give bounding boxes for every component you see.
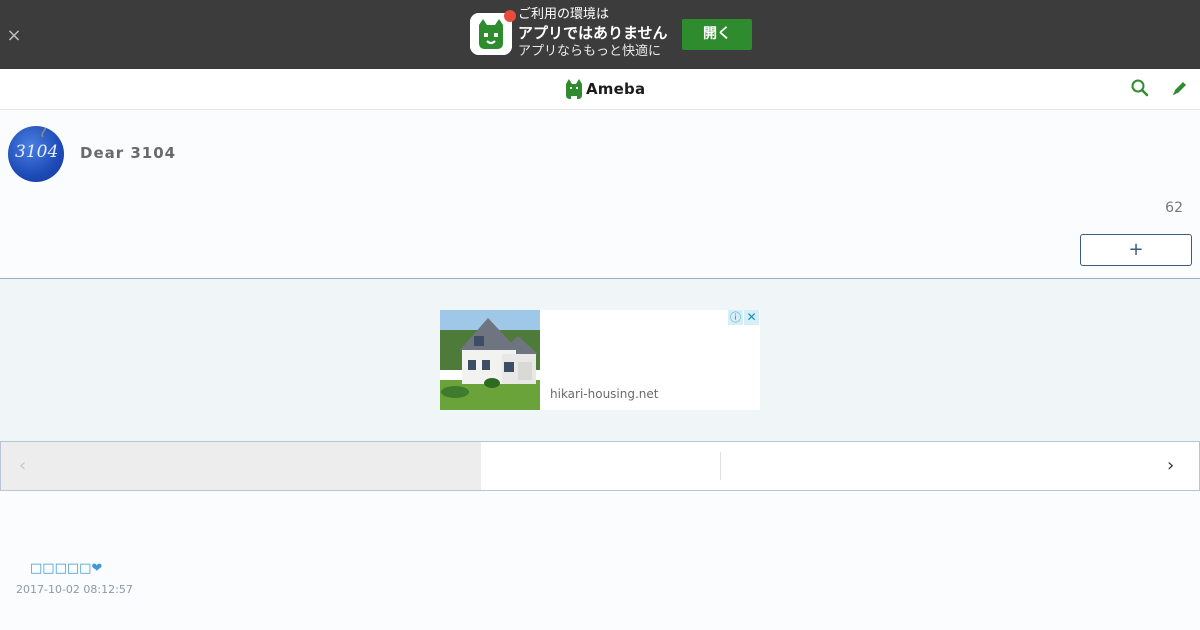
app-banner: × ご利用の環境は アプリではありません アプリならもっと快適に 開く xyxy=(0,0,1200,69)
entry-pager: ‹ › xyxy=(0,441,1200,491)
notification-badge xyxy=(504,10,516,22)
avatar[interactable]: 3104 xyxy=(8,126,64,182)
pager-prev-area: ‹ xyxy=(1,442,481,490)
follower-count: 62 xyxy=(1165,200,1183,216)
logo-text: Ameba xyxy=(586,80,646,98)
avatar-text: 3104 xyxy=(15,142,59,162)
entry-title-link[interactable]: □□□□□❤ xyxy=(30,561,102,576)
banner-line-3: アプリならもっと快適に xyxy=(518,44,662,59)
keychain-ring xyxy=(41,126,47,138)
ameba-logo[interactable]: Ameba xyxy=(565,78,645,100)
search-icon[interactable] xyxy=(1130,78,1150,98)
open-app-button[interactable]: 開く xyxy=(682,19,752,50)
close-icon[interactable]: × xyxy=(4,26,24,46)
follow-button[interactable]: + xyxy=(1080,234,1192,266)
ad-close-icon[interactable]: ✕ xyxy=(744,310,759,325)
ad-house-image[interactable] xyxy=(440,310,540,410)
ad-card[interactable]: hikari-housing.net ⓘ ✕ xyxy=(440,310,760,410)
ameba-app-icon xyxy=(470,10,516,55)
ad-domain[interactable]: hikari-housing.net xyxy=(550,387,659,401)
ad-area: hikari-housing.net ⓘ ✕ xyxy=(0,279,1200,441)
ameba-logo-icon xyxy=(566,79,582,99)
entry-date: 2017-10-02 08:12:57 xyxy=(16,583,133,596)
ad-info-icon[interactable]: ⓘ xyxy=(728,310,743,325)
pencil-icon[interactable] xyxy=(1170,78,1190,98)
chevron-right-icon[interactable]: › xyxy=(1167,456,1181,476)
site-header: Ameba xyxy=(0,69,1200,110)
pager-separator xyxy=(720,452,721,480)
chevron-left-icon: ‹ xyxy=(19,455,27,476)
blog-title[interactable]: Dear 3104 xyxy=(80,144,176,162)
banner-line-2: アプリではありません xyxy=(518,24,668,42)
banner-line-1: ご利用の環境は xyxy=(518,7,610,22)
banner-text: ご利用の環境は アプリではありません アプリならもっと快適に xyxy=(518,6,668,60)
